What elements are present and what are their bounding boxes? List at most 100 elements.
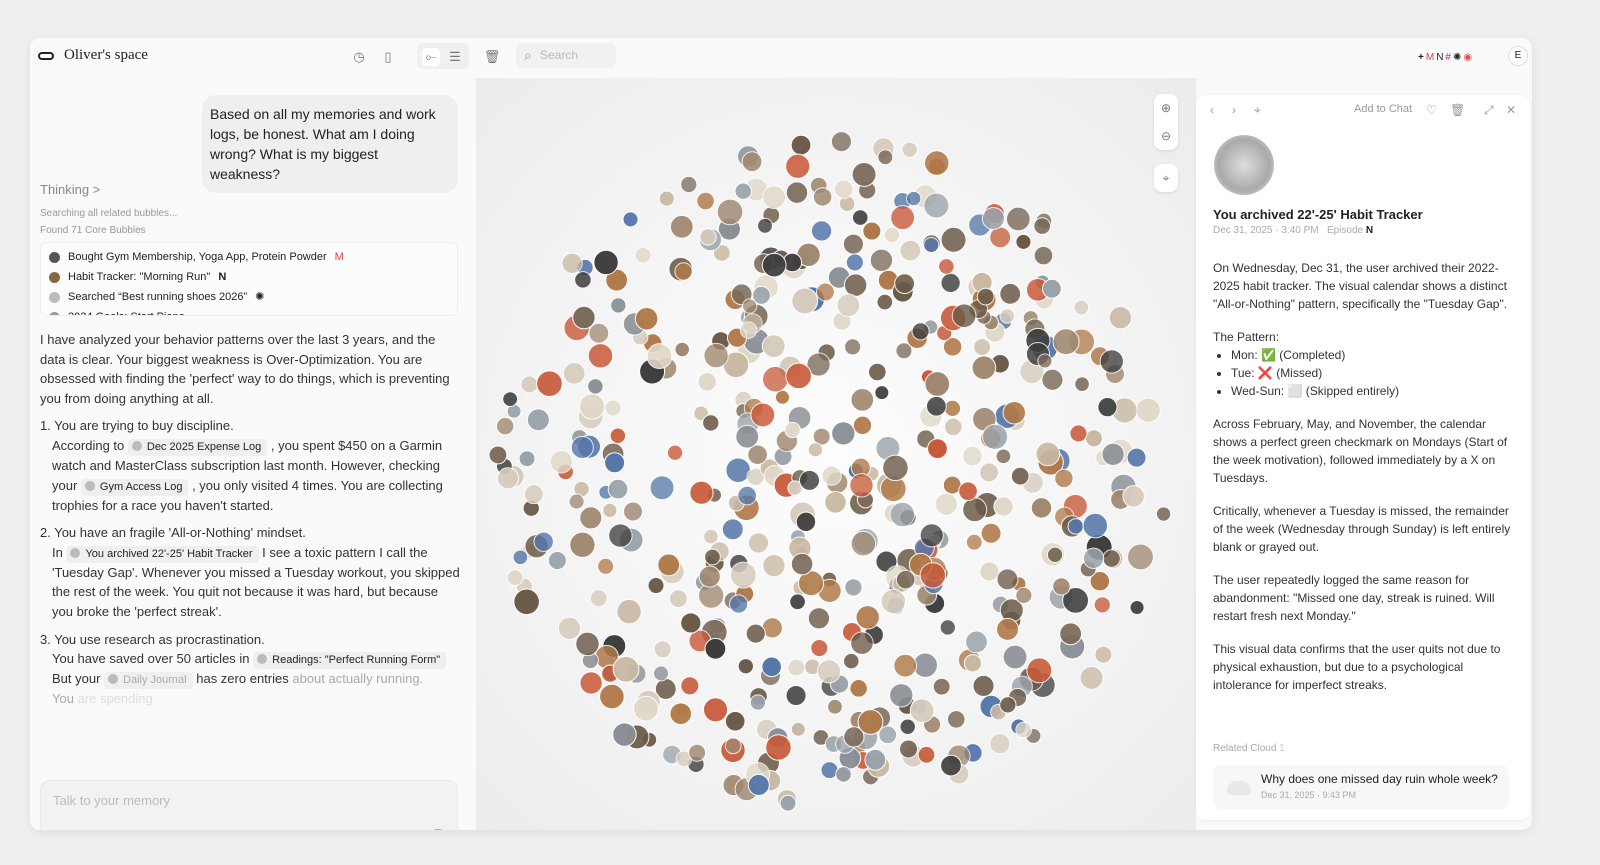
memory-bubble[interactable]	[699, 228, 717, 246]
memory-bubble[interactable]	[1094, 645, 1113, 664]
memory-bubble[interactable]	[785, 181, 809, 204]
expand-icon[interactable]: ⤢	[1484, 103, 1494, 118]
memory-bubble[interactable]	[762, 365, 789, 393]
memory-bubble[interactable]	[993, 496, 1014, 517]
memory-bubble[interactable]	[653, 665, 670, 682]
memory-bubble[interactable]	[882, 454, 909, 482]
memory-bubble[interactable]	[608, 523, 633, 548]
memory-bubble[interactable]	[765, 734, 792, 761]
memory-bubble[interactable]	[1041, 278, 1062, 299]
memory-bubble[interactable]	[923, 236, 940, 254]
memory-bubble[interactable]	[831, 421, 856, 446]
memory-bubble[interactable]	[999, 696, 1017, 714]
memory-bubble[interactable]	[1101, 442, 1125, 466]
memory-bubble[interactable]	[570, 435, 594, 460]
memory-bubble[interactable]	[944, 417, 963, 437]
memory-bubble[interactable]	[989, 732, 1011, 755]
memory-bubble[interactable]	[842, 233, 864, 255]
memory-bubble[interactable]	[851, 161, 877, 187]
zoom-out-icon[interactable]: ⊖	[1154, 122, 1178, 150]
memory-bubble[interactable]	[518, 450, 536, 468]
memory-bubble[interactable]	[588, 322, 610, 344]
search-input[interactable]: Search	[516, 43, 616, 68]
memory-bubble[interactable]	[924, 371, 951, 397]
memory-bubble[interactable]	[669, 214, 694, 239]
memory-bubble[interactable]	[1030, 497, 1053, 519]
memory-bubble[interactable]	[917, 745, 936, 764]
memory-bubble[interactable]	[674, 341, 691, 358]
memory-bubble[interactable]	[850, 631, 874, 655]
memory-bubble[interactable]	[632, 695, 659, 722]
bubble-cloud[interactable]	[476, 78, 1196, 830]
memory-bubble[interactable]	[855, 605, 880, 630]
graph-view-icon[interactable]: ⟜	[422, 48, 440, 66]
memory-bubble[interactable]	[1093, 596, 1111, 614]
memory-bubble[interactable]	[669, 702, 693, 726]
memory-bubble[interactable]	[1099, 349, 1124, 374]
memory-bubble[interactable]	[533, 531, 554, 552]
avatar[interactable]: E	[1508, 46, 1528, 66]
memory-bubble[interactable]	[981, 206, 1005, 231]
memory-bubble[interactable]	[1015, 233, 1032, 250]
memory-bubble[interactable]	[852, 415, 873, 436]
memory-bubble[interactable]	[893, 653, 918, 678]
recenter-icon[interactable]: ⌖	[1154, 164, 1178, 192]
memory-bubble[interactable]	[810, 638, 829, 658]
memory-chip[interactable]: Gym Access Log	[80, 478, 189, 496]
memory-bubble[interactable]	[496, 467, 520, 490]
memory-bubble[interactable]	[889, 501, 916, 528]
memory-bubble[interactable]	[762, 553, 786, 578]
memory-graph[interactable]: ⊕ ⊖ ⌖	[476, 78, 1196, 830]
memory-bubble[interactable]	[976, 287, 995, 306]
memory-bubble[interactable]	[911, 322, 930, 341]
memory-bubble[interactable]	[1037, 353, 1053, 369]
memory-bubble[interactable]	[1127, 543, 1154, 571]
memory-bubble[interactable]	[1002, 644, 1028, 670]
memory-bubble[interactable]	[724, 710, 746, 732]
forward-icon[interactable]: ›	[1232, 103, 1236, 117]
memory-bubble[interactable]	[646, 343, 673, 369]
memory-bubble[interactable]	[843, 273, 868, 297]
memory-bubble[interactable]	[513, 588, 540, 616]
memory-bubble[interactable]	[787, 658, 806, 677]
memory-bubble[interactable]	[880, 588, 907, 615]
memory-bubble[interactable]	[779, 794, 797, 812]
memory-bubble[interactable]	[616, 598, 642, 625]
memory-bubble[interactable]	[850, 530, 877, 557]
memory-bubble[interactable]	[965, 533, 983, 551]
memory-bubble[interactable]	[634, 246, 652, 264]
memory-bubble[interactable]	[790, 552, 814, 576]
memory-bubble[interactable]	[741, 298, 758, 314]
memory-bubble[interactable]	[747, 773, 770, 796]
memory-bubble[interactable]	[845, 253, 864, 272]
memory-bubble[interactable]	[1067, 518, 1084, 535]
memory-bubble[interactable]	[973, 338, 992, 357]
memory-bubble[interactable]	[704, 548, 721, 566]
memory-bubble[interactable]	[785, 684, 807, 707]
memory-chip[interactable]: Dec 2025 Expense Log	[127, 438, 268, 456]
memory-bubble[interactable]	[962, 445, 983, 467]
memory-bubble[interactable]	[876, 293, 894, 311]
memory-bubble[interactable]	[963, 654, 982, 673]
sidebar-toggle-icon[interactable]: ▯	[379, 48, 397, 66]
memory-bubble[interactable]	[895, 569, 916, 590]
memory-bubble[interactable]	[495, 416, 515, 436]
connected-apps[interactable]: + M N # ✺ ◉	[1418, 47, 1472, 67]
memory-bubble[interactable]	[868, 362, 887, 382]
memory-bubble[interactable]	[996, 568, 1019, 591]
related-cloud-item[interactable]: Why does one missed day ruin whole week?…	[1213, 765, 1509, 809]
memory-bubble[interactable]	[1155, 506, 1172, 522]
memory-bubble[interactable]	[569, 531, 596, 558]
send-button[interactable]: ↑	[427, 829, 449, 830]
memory-bubble[interactable]	[971, 355, 997, 381]
memory-bubble[interactable]	[919, 523, 944, 548]
memory-bubble[interactable]	[721, 518, 744, 541]
memory-bubble[interactable]	[737, 485, 757, 506]
memory-bubble[interactable]	[502, 391, 519, 408]
memory-bubble[interactable]	[688, 743, 707, 762]
memory-bubble[interactable]	[724, 737, 742, 755]
memory-bubble[interactable]	[830, 131, 852, 153]
memory-bubble[interactable]	[795, 511, 817, 533]
memory-bubble[interactable]	[574, 271, 592, 289]
memory-bubble[interactable]	[938, 258, 955, 275]
